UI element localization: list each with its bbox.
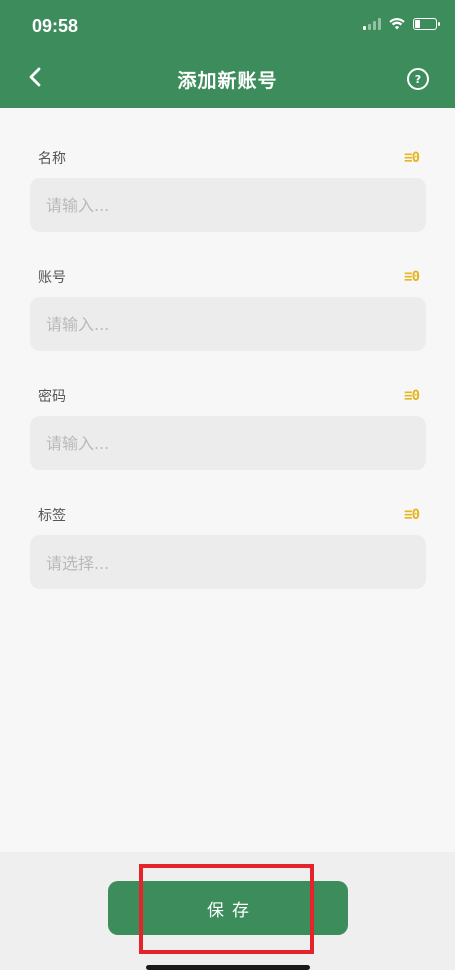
list-icon[interactable]: ≡0 <box>404 150 420 166</box>
status-icons <box>363 18 440 30</box>
list-icon[interactable]: ≡0 <box>404 388 420 404</box>
home-indicator <box>146 965 310 970</box>
battery-icon <box>413 18 440 30</box>
wifi-icon <box>389 18 405 30</box>
help-button[interactable]: ? <box>407 68 429 90</box>
field-label: 账号 <box>38 270 66 286</box>
field-label: 名称 <box>38 151 66 167</box>
list-icon[interactable]: ≡0 <box>404 507 420 523</box>
question-circle-icon: ? <box>414 72 422 86</box>
field-label: 密码 <box>38 389 66 405</box>
app-header: 09:58 添加新账号 ? <box>0 0 455 108</box>
password-input[interactable] <box>30 416 426 470</box>
field-label: 标签 <box>38 508 66 524</box>
list-icon[interactable]: ≡0 <box>404 269 420 285</box>
name-input[interactable] <box>30 178 426 232</box>
tag-select[interactable]: 请选择... <box>30 535 426 589</box>
signal-icon <box>363 18 381 30</box>
account-input[interactable] <box>30 297 426 351</box>
tag-select-placeholder: 请选择... <box>46 554 110 573</box>
bottom-bar: 保存 <box>0 852 455 970</box>
save-button[interactable]: 保存 <box>108 881 348 935</box>
page-title: 添加新账号 <box>177 70 278 92</box>
status-time: 09:58 <box>32 16 79 36</box>
